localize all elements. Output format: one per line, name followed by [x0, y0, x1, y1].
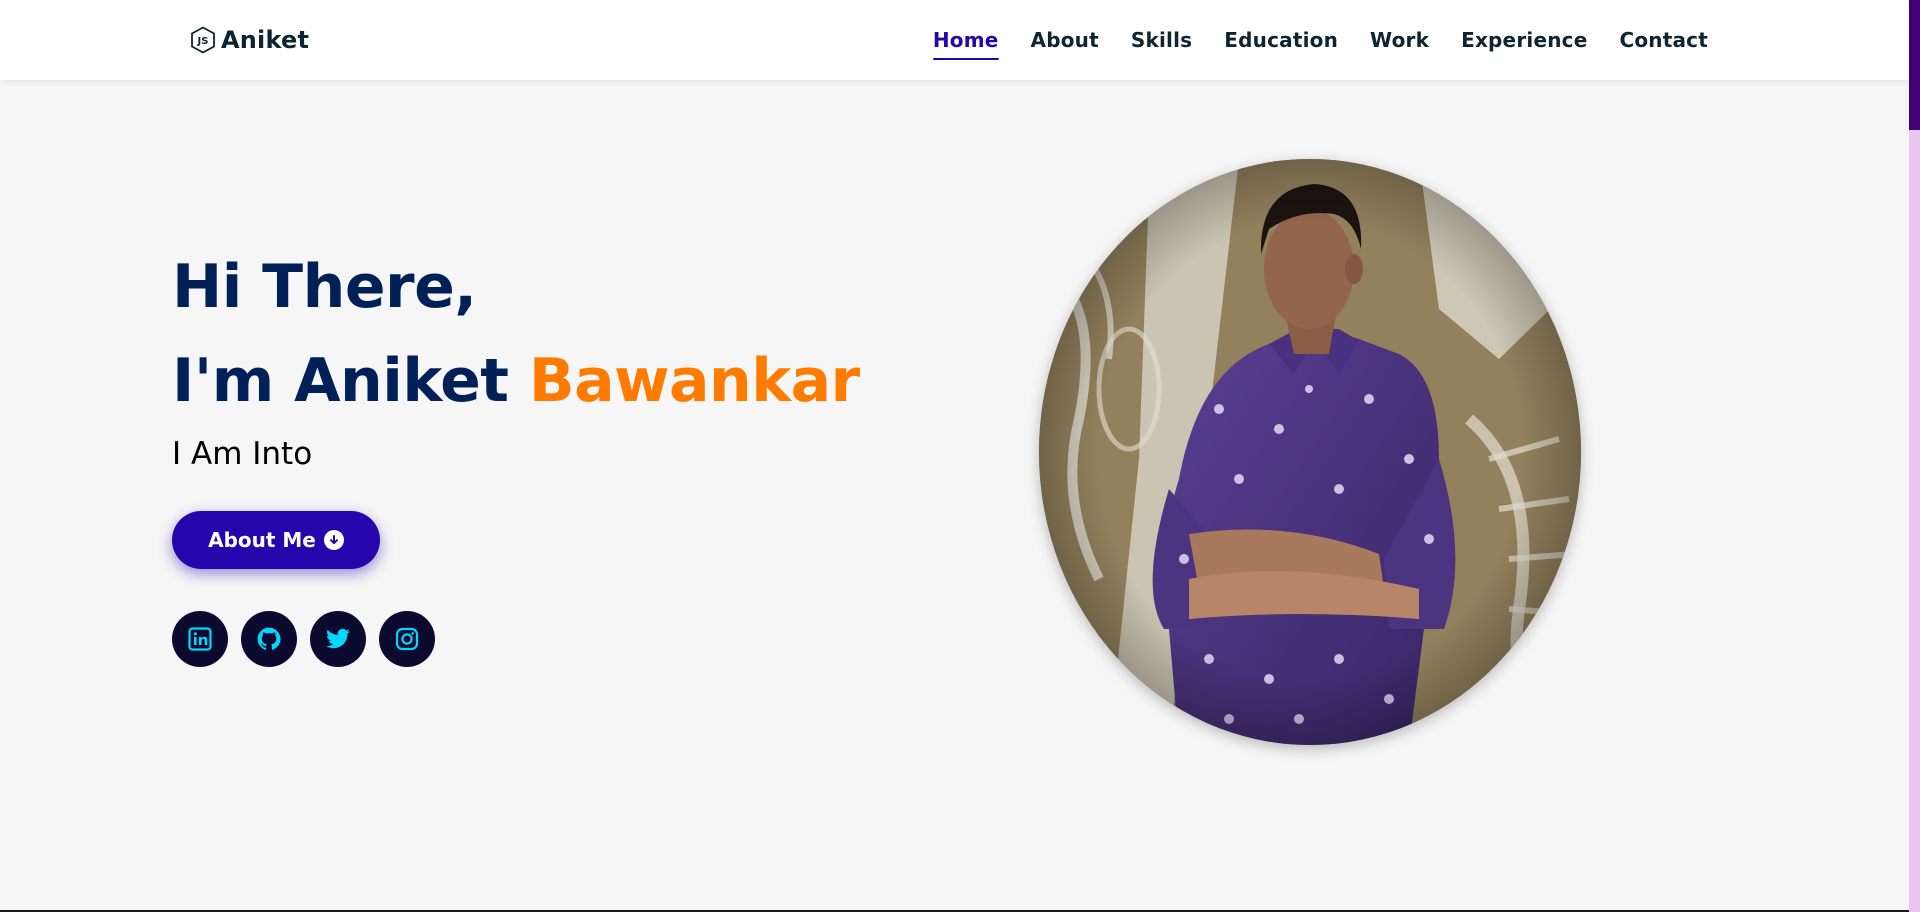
about-me-label: About Me [208, 528, 316, 552]
arrow-circle-down-icon [323, 530, 344, 550]
hero-subtitle: I Am Into [172, 436, 313, 472]
nodejs-hexagon-icon: JS [189, 26, 217, 54]
nav-skills[interactable]: Skills [1131, 22, 1192, 58]
main-nav: Home About Skills Education Work Experie… [932, 0, 1708, 80]
nav-home[interactable]: Home [932, 22, 999, 60]
profile-photo [1039, 159, 1581, 745]
nav-experience[interactable]: Experience [1461, 22, 1587, 58]
hero-greeting: Hi There, I'm Aniket Bawankar [172, 240, 932, 428]
hero-intro: Hi There, I'm Aniket Bawankar I Am Into [172, 240, 932, 476]
site-header: JS Aniket Home About Skills Education Wo… [0, 0, 1909, 80]
instagram-link[interactable] [379, 611, 435, 667]
greeting-line-1: Hi There, [172, 252, 477, 322]
greeting-name: I'm Aniket [172, 346, 529, 416]
github-icon [257, 627, 281, 650]
nav-education[interactable]: Education [1224, 22, 1338, 58]
instagram-icon [395, 627, 419, 651]
logo-link[interactable]: JS Aniket [189, 22, 309, 58]
about-me-button[interactable]: About Me [172, 511, 380, 569]
nav-contact[interactable]: Contact [1619, 22, 1708, 58]
logo-text: Aniket [221, 26, 310, 54]
social-links [172, 611, 435, 667]
twitter-link[interactable] [310, 611, 366, 667]
scrollbar-thumb[interactable] [1909, 0, 1920, 130]
linkedin-link[interactable] [172, 611, 228, 667]
page-scrollbar[interactable] [1909, 0, 1920, 912]
twitter-icon [326, 628, 350, 649]
greeting-surname: Bawankar [528, 346, 860, 416]
github-link[interactable] [241, 611, 297, 667]
svg-text:JS: JS [197, 36, 209, 47]
linkedin-icon [188, 627, 212, 651]
nav-about[interactable]: About [1031, 22, 1099, 58]
nav-work[interactable]: Work [1370, 22, 1429, 58]
